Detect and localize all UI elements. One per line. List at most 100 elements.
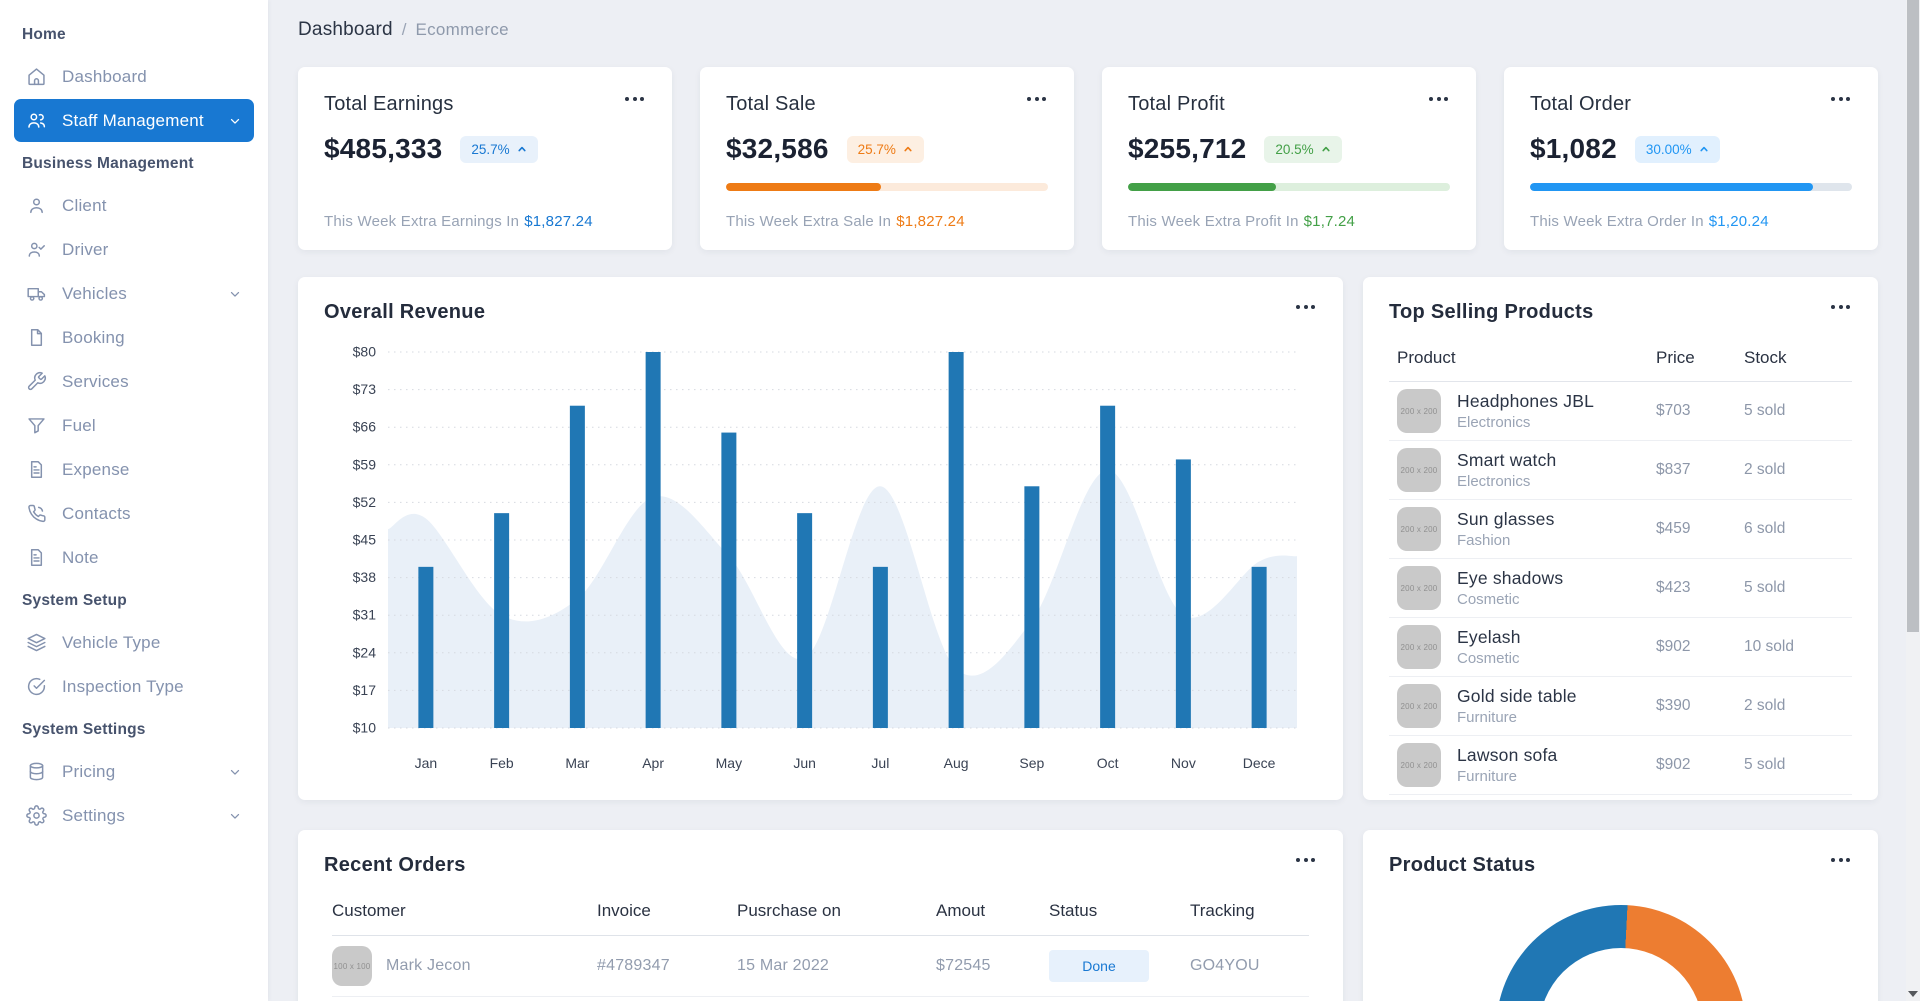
sidebar-item-inspection-type[interactable]: Inspection Type <box>14 665 254 708</box>
svg-text:$59: $59 <box>353 456 377 472</box>
sidebar-item-vehicles[interactable]: Vehicles <box>14 272 254 315</box>
product-name: Sun glasses <box>1457 509 1555 530</box>
panel-title: Product Status <box>1389 854 1535 877</box>
stat-card: Total Sale $32,586 25.7% This Week Extra… <box>700 67 1074 250</box>
sidebar-item-dashboard[interactable]: Dashboard <box>14 55 254 98</box>
column-header-status: Status <box>1049 901 1190 921</box>
sidebar-item-label: Expense <box>62 460 130 480</box>
column-header-price: Price <box>1656 348 1744 368</box>
layers-icon <box>26 632 47 653</box>
product-category: Furniture <box>1457 709 1577 726</box>
table-row: 200 x 200 Eyelash Cosmetic $902 10 sold <box>1389 618 1852 677</box>
svg-text:$10: $10 <box>353 720 377 736</box>
scrollbar-down-arrow-icon[interactable] <box>1908 991 1918 997</box>
sidebar-item-settings[interactable]: Settings <box>14 794 254 837</box>
panel-menu-button[interactable] <box>1294 301 1317 313</box>
card-value: $485,333 <box>324 133 442 165</box>
product-price: $837 <box>1656 461 1744 479</box>
sidebar-item-label: Fuel <box>62 416 96 436</box>
product-price: $390 <box>1656 697 1744 715</box>
sidebar-section-system-settings: System Settings <box>14 709 254 749</box>
svg-text:$73: $73 <box>353 381 377 397</box>
card-menu-button[interactable] <box>623 93 646 105</box>
svg-text:Nov: Nov <box>1171 755 1196 771</box>
product-category: Cosmetic <box>1457 650 1521 667</box>
status-badge: Done <box>1049 950 1149 982</box>
stat-cards-row: Total Earnings $485,333 25.7% This Week … <box>298 67 1878 250</box>
product-price: $902 <box>1656 756 1744 774</box>
product-name: Eyelash <box>1457 627 1521 648</box>
sidebar: Home Dashboard Staff Management Business… <box>0 0 268 1001</box>
card-menu-button[interactable] <box>1427 93 1450 105</box>
sidebar-item-driver[interactable]: Driver <box>14 228 254 271</box>
card-value: $1,082 <box>1530 133 1617 165</box>
percent-badge: 25.7% <box>847 136 924 163</box>
card-menu-button[interactable] <box>1025 93 1048 105</box>
percent-badge: 30.00% <box>1635 136 1720 163</box>
window-scrollbar[interactable] <box>1906 0 1920 1001</box>
product-stock: 5 sold <box>1744 402 1844 420</box>
column-header-stock: Stock <box>1744 348 1844 368</box>
progress-bar <box>1530 183 1852 191</box>
customer-thumbnail: 100 x 100 <box>332 946 372 986</box>
card-menu-button[interactable] <box>1829 93 1852 105</box>
sidebar-item-client[interactable]: Client <box>14 184 254 227</box>
breadcrumb-dashboard-link[interactable]: Dashboard <box>298 19 393 41</box>
chevron-down-icon <box>228 809 242 823</box>
product-stock: 2 sold <box>1744 697 1844 715</box>
order-tracking: GO4YOU <box>1190 957 1309 975</box>
sidebar-item-staff-management[interactable]: Staff Management <box>14 99 254 142</box>
sidebar-item-contacts[interactable]: Contacts <box>14 492 254 535</box>
product-category: Fashion <box>1457 532 1555 549</box>
sidebar-item-fuel[interactable]: Fuel <box>14 404 254 447</box>
table-row: 200 x 200 Lawson sofa Furniture $902 5 s… <box>1389 736 1852 795</box>
database-icon <box>26 761 47 782</box>
column-header-amount: Amout <box>936 901 1049 921</box>
note-amount: $1,827.24 <box>896 213 965 230</box>
card-title: Total Order <box>1530 93 1631 116</box>
panel-menu-button[interactable] <box>1829 854 1852 866</box>
percent-badge: 25.7% <box>460 136 537 163</box>
note-amount: $1,7.24 <box>1304 213 1355 230</box>
product-price: $459 <box>1656 520 1744 538</box>
wrench-icon <box>26 371 47 392</box>
product-thumbnail: 200 x 200 <box>1397 566 1441 610</box>
panel-menu-button[interactable] <box>1829 301 1852 313</box>
sidebar-item-vehicle-type[interactable]: Vehicle Type <box>14 621 254 664</box>
sidebar-item-label: Pricing <box>62 762 115 782</box>
scrollbar-thumb[interactable] <box>1907 0 1919 632</box>
product-thumbnail: 200 x 200 <box>1397 743 1441 787</box>
product-thumbnail: 200 x 200 <box>1397 625 1441 669</box>
panel-title: Overall Revenue <box>324 301 485 324</box>
product-category: Cosmetic <box>1457 591 1563 608</box>
svg-text:Jul: Jul <box>871 755 889 771</box>
users-icon <box>26 110 47 131</box>
sidebar-item-label: Dashboard <box>62 67 147 87</box>
panel-menu-button[interactable] <box>1294 854 1317 866</box>
table-row: 100 x 100 Mark Jecon #4789347 15 Mar 202… <box>332 936 1309 997</box>
svg-text:$52: $52 <box>353 494 377 510</box>
card-note: This Week Extra Earnings In$1,827.24 <box>324 213 646 230</box>
user-icon <box>26 195 47 216</box>
sidebar-item-note[interactable]: Note <box>14 536 254 579</box>
sidebar-item-expense[interactable]: Expense <box>14 448 254 491</box>
sidebar-item-label: Vehicle Type <box>62 633 161 653</box>
product-category: Furniture <box>1457 768 1557 785</box>
svg-text:$24: $24 <box>353 644 377 660</box>
sidebar-section-home: Home <box>14 14 254 54</box>
sidebar-item-booking[interactable]: Booking <box>14 316 254 359</box>
sidebar-item-label: Staff Management <box>62 111 204 131</box>
products-table-header: Product Price Stock <box>1389 338 1852 382</box>
card-note: This Week Extra Profit In$1,7.24 <box>1128 213 1450 230</box>
sidebar-item-label: Settings <box>62 806 125 826</box>
svg-text:Feb: Feb <box>490 755 514 771</box>
sidebar-item-pricing[interactable]: Pricing <box>14 750 254 793</box>
sidebar-item-services[interactable]: Services <box>14 360 254 403</box>
product-thumbnail: 200 x 200 <box>1397 448 1441 492</box>
revenue-bar-chart: $10$17$24$31$38$45$52$59$66$73$80JanFebM… <box>324 332 1317 802</box>
svg-text:Dece: Dece <box>1243 755 1276 771</box>
svg-text:Jun: Jun <box>793 755 816 771</box>
sidebar-item-label: Services <box>62 372 129 392</box>
stat-card: Total Order $1,082 30.00% This Week Extr… <box>1504 67 1878 250</box>
product-status-panel: Product Status <box>1363 830 1878 1001</box>
